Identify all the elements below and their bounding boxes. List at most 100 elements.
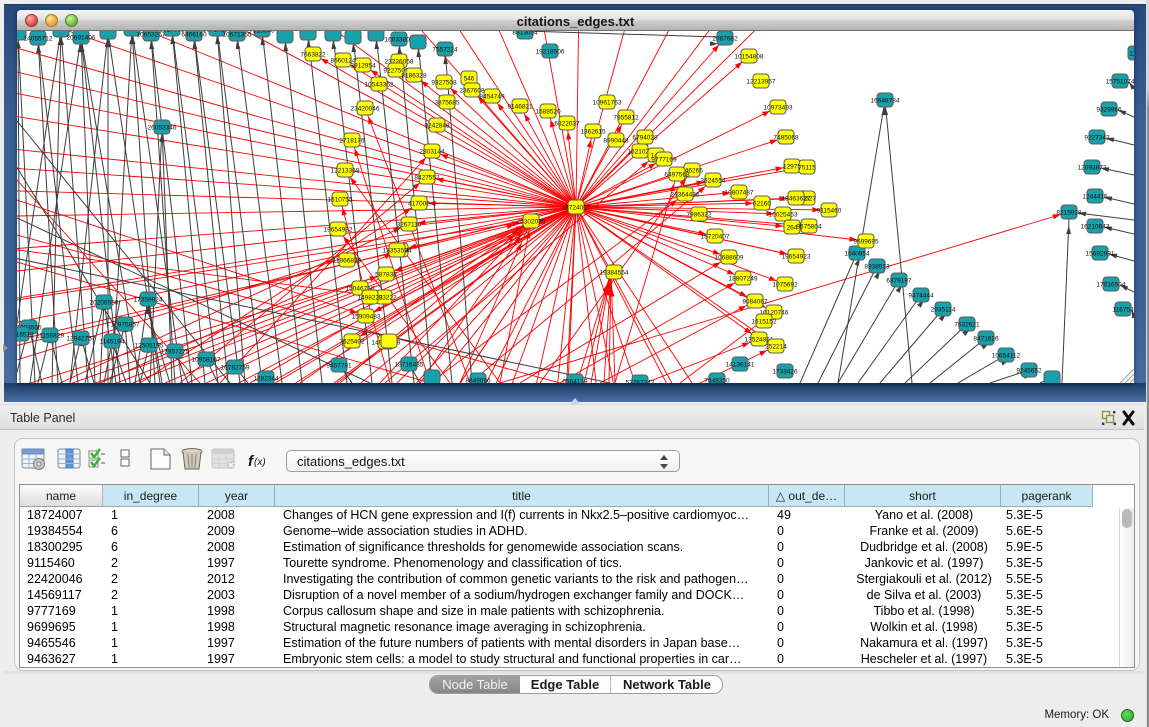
svg-text:3875685: 3875685	[434, 99, 460, 106]
svg-text:16033809: 16033809	[385, 36, 414, 43]
svg-text:9777169: 9777169	[651, 156, 677, 163]
svg-text:17016504: 17016504	[1097, 281, 1126, 288]
svg-text:20206556: 20206556	[90, 299, 119, 306]
svg-text:20691406: 20691406	[67, 34, 96, 41]
svg-text:26053346: 26053346	[148, 124, 177, 131]
svg-text:116753: 116753	[1112, 306, 1134, 313]
svg-text:1244415: 1244415	[1082, 193, 1108, 200]
svg-text:7557224: 7557224	[432, 46, 458, 53]
svg-text:1615152: 1615152	[751, 318, 777, 325]
svg-text:14136141: 14136141	[726, 361, 755, 368]
svg-text:3912954: 3912954	[350, 62, 376, 69]
svg-text:2691669: 2691669	[1133, 352, 1134, 359]
svg-text:7648350: 7648350	[704, 377, 730, 383]
svg-text:9115460: 9115460	[817, 207, 842, 214]
svg-text:7485068: 7485068	[773, 134, 799, 141]
svg-text:12505195: 12505195	[135, 342, 164, 349]
svg-text:10654112: 10654112	[992, 352, 1021, 359]
svg-text:3624554: 3624554	[700, 177, 726, 184]
svg-text:1282344: 1282344	[253, 375, 279, 382]
svg-text:13353594: 13353594	[383, 247, 412, 254]
svg-text:2935114: 2935114	[931, 306, 956, 313]
svg-text:9146821: 9146821	[507, 103, 533, 110]
svg-text:9699695: 9699695	[853, 238, 879, 245]
svg-text:10671355: 10671355	[223, 31, 252, 38]
svg-text:546: 546	[464, 75, 475, 82]
svg-text:3267110: 3267110	[397, 221, 422, 228]
svg-text:1498222: 1498222	[357, 294, 383, 301]
svg-text:8849696: 8849696	[465, 377, 491, 383]
svg-text:9242848: 9242848	[424, 122, 450, 129]
svg-text:7515546: 7515546	[249, 31, 275, 34]
svg-text:6497568: 6497568	[664, 171, 690, 178]
svg-text:8813054: 8813054	[512, 31, 538, 36]
svg-text:8471626: 8471626	[973, 335, 999, 342]
svg-text:11156829: 11156829	[36, 332, 64, 339]
svg-text:25302035: 25302035	[517, 218, 546, 225]
svg-text:10958167: 10958167	[192, 356, 221, 363]
svg-text:10025453: 10025453	[769, 211, 798, 218]
svg-text:10154808: 10154808	[735, 53, 764, 60]
svg-text:16210643: 16210643	[1081, 223, 1110, 230]
svg-text:23420046: 23420046	[351, 105, 380, 112]
svg-text:7632621: 7632621	[954, 321, 980, 328]
svg-text:6794028: 6794028	[632, 134, 658, 141]
svg-text:10973493: 10973493	[764, 104, 793, 111]
svg-text:7955812: 7955812	[613, 114, 639, 121]
svg-text:16648784: 16648784	[871, 97, 900, 104]
svg-text:14055712: 14055712	[24, 35, 53, 42]
svg-text:(x): (x)	[254, 457, 266, 468]
svg-text:6322037: 6322037	[554, 120, 580, 127]
svg-text:8186328: 8186328	[401, 72, 427, 79]
svg-text:12942757: 12942757	[67, 335, 96, 342]
svg-text:75115: 75115	[798, 164, 816, 171]
svg-text:9327508: 9327508	[431, 79, 457, 86]
svg-text:3916512: 3916512	[17, 331, 34, 338]
svg-text:1075692: 1075692	[772, 281, 798, 288]
svg-text:7663822: 7663822	[300, 51, 326, 58]
svg-text:10688609: 10688609	[715, 254, 744, 261]
svg-text:19654923: 19654923	[782, 253, 811, 260]
svg-text:53767242: 53767242	[626, 379, 655, 383]
svg-text:1145194: 1145194	[100, 338, 125, 345]
svg-text:2087682: 2087682	[712, 35, 738, 42]
svg-text:0564139: 0564139	[562, 378, 588, 383]
svg-text:10961763: 10961763	[593, 99, 622, 106]
svg-text:9084067: 9084067	[742, 298, 768, 305]
svg-text:1610755: 1610755	[327, 196, 353, 203]
svg-text:16782759: 16782759	[221, 364, 250, 371]
svg-text:9329966: 9329966	[1096, 106, 1122, 113]
svg-text:9457791: 9457791	[326, 362, 352, 369]
svg-text:10975857: 10975857	[111, 321, 140, 328]
svg-text:7625402: 7625402	[339, 338, 365, 345]
svg-text:12093872: 12093872	[1078, 164, 1107, 171]
svg-text:19654932: 19654932	[324, 226, 353, 233]
svg-text:2803144: 2803144	[419, 148, 445, 155]
svg-text:21364436: 21364436	[671, 191, 700, 198]
svg-text:19384554: 19384554	[600, 269, 629, 276]
svg-text:62160: 62160	[753, 200, 771, 207]
svg-text:9575804: 9575804	[796, 223, 822, 230]
svg-text:8990448: 8990448	[603, 137, 629, 144]
svg-text:18724007: 18724007	[562, 204, 591, 211]
svg-text:8215938: 8215938	[1056, 209, 1082, 216]
svg-text:1640954: 1640954	[844, 250, 870, 257]
svg-text:12213369: 12213369	[331, 167, 360, 174]
svg-text:19218506: 19218506	[536, 48, 565, 55]
svg-text:252214: 252214	[765, 343, 787, 350]
svg-text:8454749: 8454749	[479, 93, 505, 100]
svg-text:2718176: 2718176	[339, 137, 365, 144]
svg-text:10807487: 10807487	[725, 189, 754, 196]
svg-text:15751074: 15751074	[1106, 78, 1134, 85]
svg-text:18807249: 18807249	[729, 275, 758, 282]
svg-text:6879197: 6879197	[886, 277, 912, 284]
svg-text:7986322: 7986322	[686, 211, 712, 218]
svg-text:10543362: 10543362	[365, 81, 394, 88]
svg-text:587832: 587832	[375, 271, 397, 278]
svg-text:8938923: 8938923	[864, 263, 890, 270]
svg-text:1733426: 1733426	[772, 368, 798, 375]
svg-text:19463627: 19463627	[782, 195, 811, 202]
svg-text:15909483: 15909483	[352, 313, 381, 320]
svg-text:17359924: 17359924	[134, 296, 163, 303]
svg-text:1362615: 1362615	[580, 128, 606, 135]
